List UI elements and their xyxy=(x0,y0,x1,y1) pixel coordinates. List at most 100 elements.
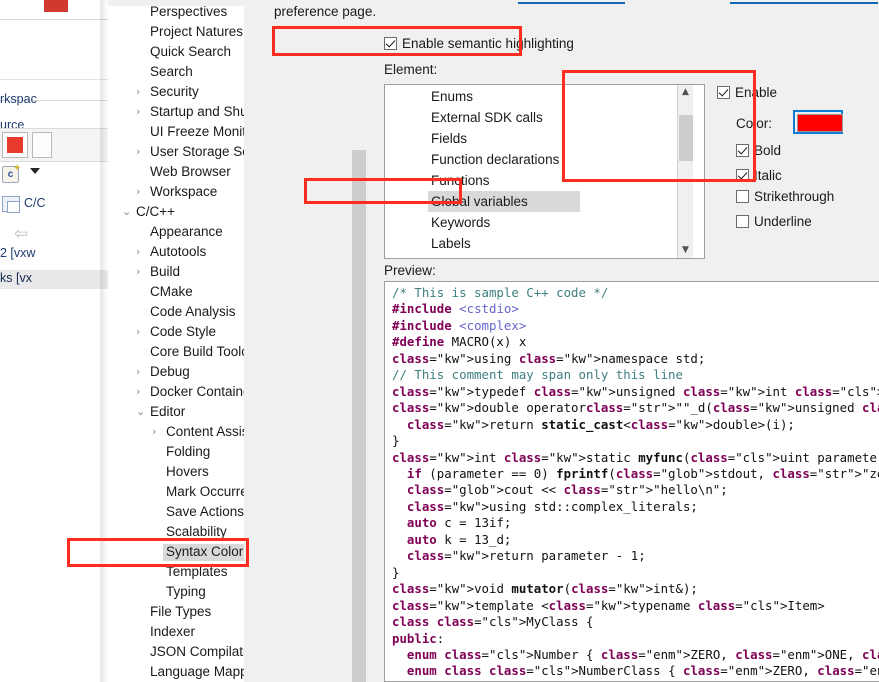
tree-item-build[interactable]: › Build xyxy=(108,262,244,282)
stop-icon[interactable] xyxy=(7,137,23,153)
chevron-right-icon[interactable]: › xyxy=(136,322,140,342)
tree-item-mark-occurrences[interactable]: Mark Occurrences xyxy=(108,482,244,502)
element-list-item-selected[interactable]: Global variables xyxy=(428,191,580,212)
checkbox-indicator[interactable] xyxy=(384,37,397,50)
code-line: #include <cstdio> xyxy=(392,301,519,317)
element-list-item[interactable]: Functions xyxy=(385,170,690,191)
tree-item-core-build-toolchains[interactable]: Core Build Toolchains xyxy=(108,342,244,362)
element-list[interactable]: Enums External SDK calls Fields Function de… xyxy=(384,84,705,259)
element-list-item[interactable]: Function declarations xyxy=(385,149,690,170)
tree-item-cmake[interactable]: CMake xyxy=(108,282,244,302)
tree-item-project-natures[interactable]: Project Natures xyxy=(108,22,244,42)
dropdown-caret-icon[interactable] xyxy=(30,168,40,174)
tree-item-editor[interactable]: ⌄ Editor xyxy=(108,402,244,422)
preview-pane[interactable]: /* This is sample C++ code */#include <c… xyxy=(384,281,879,682)
tree-item-label: Save Actions xyxy=(166,504,244,519)
tree-item-startup-and-shutdown[interactable]: › Startup and Shutdown xyxy=(108,102,244,122)
chevron-right-icon[interactable]: › xyxy=(136,142,140,162)
tree-item-user-storage-service[interactable]: › User Storage Service xyxy=(108,142,244,162)
tree-item-json-compilation-database[interactable]: JSON Compilation Database xyxy=(108,642,244,662)
chevron-right-icon[interactable]: › xyxy=(136,262,140,282)
underline-checkbox[interactable]: Underline xyxy=(736,214,812,229)
tree-item-appearance[interactable]: Appearance xyxy=(108,222,244,242)
tree-item-debug[interactable]: › Debug xyxy=(108,362,244,382)
code-line: class="kw">using std::complex_literals; xyxy=(406,498,698,514)
element-list-item[interactable]: External SDK calls xyxy=(385,107,690,128)
tree-item-web-browser[interactable]: Web Browser xyxy=(108,162,244,182)
tree-item-syntax-coloring[interactable]: Syntax Coloring xyxy=(108,542,244,562)
checkbox-indicator[interactable] xyxy=(717,86,730,99)
tree-item-folding[interactable]: Folding xyxy=(108,442,244,462)
tree-item-security[interactable]: › Security xyxy=(108,82,244,102)
tree-item-ui-freeze-monitoring[interactable]: UI Freeze Monitoring xyxy=(108,122,244,142)
checkbox-indicator[interactable] xyxy=(736,169,749,182)
scroll-down-arrow-icon[interactable]: ▼ xyxy=(678,243,693,258)
tree-item-code-style[interactable]: › Code Style xyxy=(108,322,244,342)
code-line: class="kw">return parameter - 1; xyxy=(406,548,646,564)
chevron-down-icon[interactable]: ⌄ xyxy=(136,402,145,422)
enable-style-label: Enable xyxy=(735,85,778,100)
tree-item-quick-search[interactable]: Quick Search xyxy=(108,42,244,62)
color-label: Color: xyxy=(736,116,773,131)
chevron-right-icon[interactable]: › xyxy=(136,242,140,262)
element-list-item[interactable]: Enums xyxy=(385,86,690,107)
element-list-item[interactable]: Keywords xyxy=(385,212,690,233)
chevron-right-icon[interactable]: › xyxy=(136,182,140,202)
tree-item-label: Project Natures xyxy=(150,24,244,39)
bold-label: Bold xyxy=(754,143,782,158)
tree-item-label: C/C++ xyxy=(136,204,176,219)
tree-item-typing[interactable]: Typing xyxy=(108,582,244,602)
tree-item-autotools[interactable]: › Autotools xyxy=(108,242,244,262)
scroll-up-arrow-icon[interactable]: ▲ xyxy=(678,85,693,100)
tree-item-search[interactable]: Search xyxy=(108,62,244,82)
tab-icon[interactable] xyxy=(2,196,20,213)
chevron-right-icon[interactable]: › xyxy=(152,422,156,442)
tree-item-workspace[interactable]: › Workspace xyxy=(108,182,244,202)
checkbox-indicator[interactable] xyxy=(736,215,749,228)
code-line: #include <complex> xyxy=(392,317,527,333)
checkbox-indicator[interactable] xyxy=(736,144,749,157)
element-list-scrollbar-thumb[interactable] xyxy=(679,115,693,161)
ide-menu-area xyxy=(0,20,108,80)
chevron-right-icon[interactable]: › xyxy=(136,382,140,402)
chevron-down-icon[interactable]: ⌄ xyxy=(122,202,131,222)
ide-close-button[interactable] xyxy=(44,0,68,12)
code-line: if (parameter == 0) fprintf(class="glob"… xyxy=(406,465,879,481)
tree-item-language-mappings[interactable]: Language Mappings xyxy=(108,662,244,682)
tree-item-file-types[interactable]: File Types xyxy=(108,602,244,622)
tree-item-c-c[interactable]: ⌄ C/C++ xyxy=(108,202,244,222)
checkbox-indicator[interactable] xyxy=(736,190,749,203)
code-line: auto k = 13_d; xyxy=(406,531,512,547)
tree-item-code-analysis[interactable]: Code Analysis xyxy=(108,302,244,322)
chevron-right-icon[interactable]: › xyxy=(136,102,140,122)
tree-item-docker-container[interactable]: › Docker Container xyxy=(108,382,244,402)
element-list-item[interactable]: Local variable declarations xyxy=(385,254,690,258)
back-arrow-icon[interactable]: ⇦ xyxy=(14,224,28,244)
code-line: class="kw">return static_cast<class="kw"… xyxy=(406,416,795,432)
strikethrough-checkbox[interactable]: Strikethrough xyxy=(736,189,834,204)
color-swatch-button[interactable] xyxy=(797,114,843,132)
tree-item-templates[interactable]: Templates xyxy=(108,562,244,582)
tree-item-label: Core Build Toolchains xyxy=(150,344,244,359)
tree-item-scalability[interactable]: Scalability xyxy=(108,522,244,542)
italic-checkbox[interactable]: Italic xyxy=(736,168,782,183)
tree-item-hovers[interactable]: Hovers xyxy=(108,462,244,482)
tree-item-content-assist[interactable]: › Content Assist xyxy=(108,422,244,442)
ide-toolbar-button-2[interactable] xyxy=(32,132,52,158)
tree-item-perspectives[interactable]: Perspectives xyxy=(108,6,244,22)
element-list-scrollbar[interactable]: ▲ ▼ xyxy=(677,85,693,258)
chevron-right-icon[interactable]: › xyxy=(136,362,140,382)
tree-item-save-actions[interactable]: Save Actions xyxy=(108,502,244,522)
tree-item-label: Code Style xyxy=(150,324,217,339)
element-list-item[interactable]: Fields xyxy=(385,128,690,149)
chevron-right-icon[interactable]: › xyxy=(136,82,140,102)
enable-style-checkbox[interactable]: Enable xyxy=(717,85,777,100)
preferences-tree[interactable]: Perspectives Project Natures Quick Search S… xyxy=(108,6,244,682)
bold-checkbox[interactable]: Bold xyxy=(736,143,781,158)
enable-semantic-highlighting-checkbox[interactable]: Enable semantic highlighting xyxy=(384,36,574,51)
tree-item-label: JSON Compilation Database xyxy=(150,644,244,659)
code-line: class="kw">typedef class="kw">unsigned c… xyxy=(392,383,879,399)
element-list-item[interactable]: Labels xyxy=(385,233,690,254)
tree-item-indexer[interactable]: Indexer xyxy=(108,622,244,642)
tree-item-label: Mark Occurrences xyxy=(166,484,244,499)
